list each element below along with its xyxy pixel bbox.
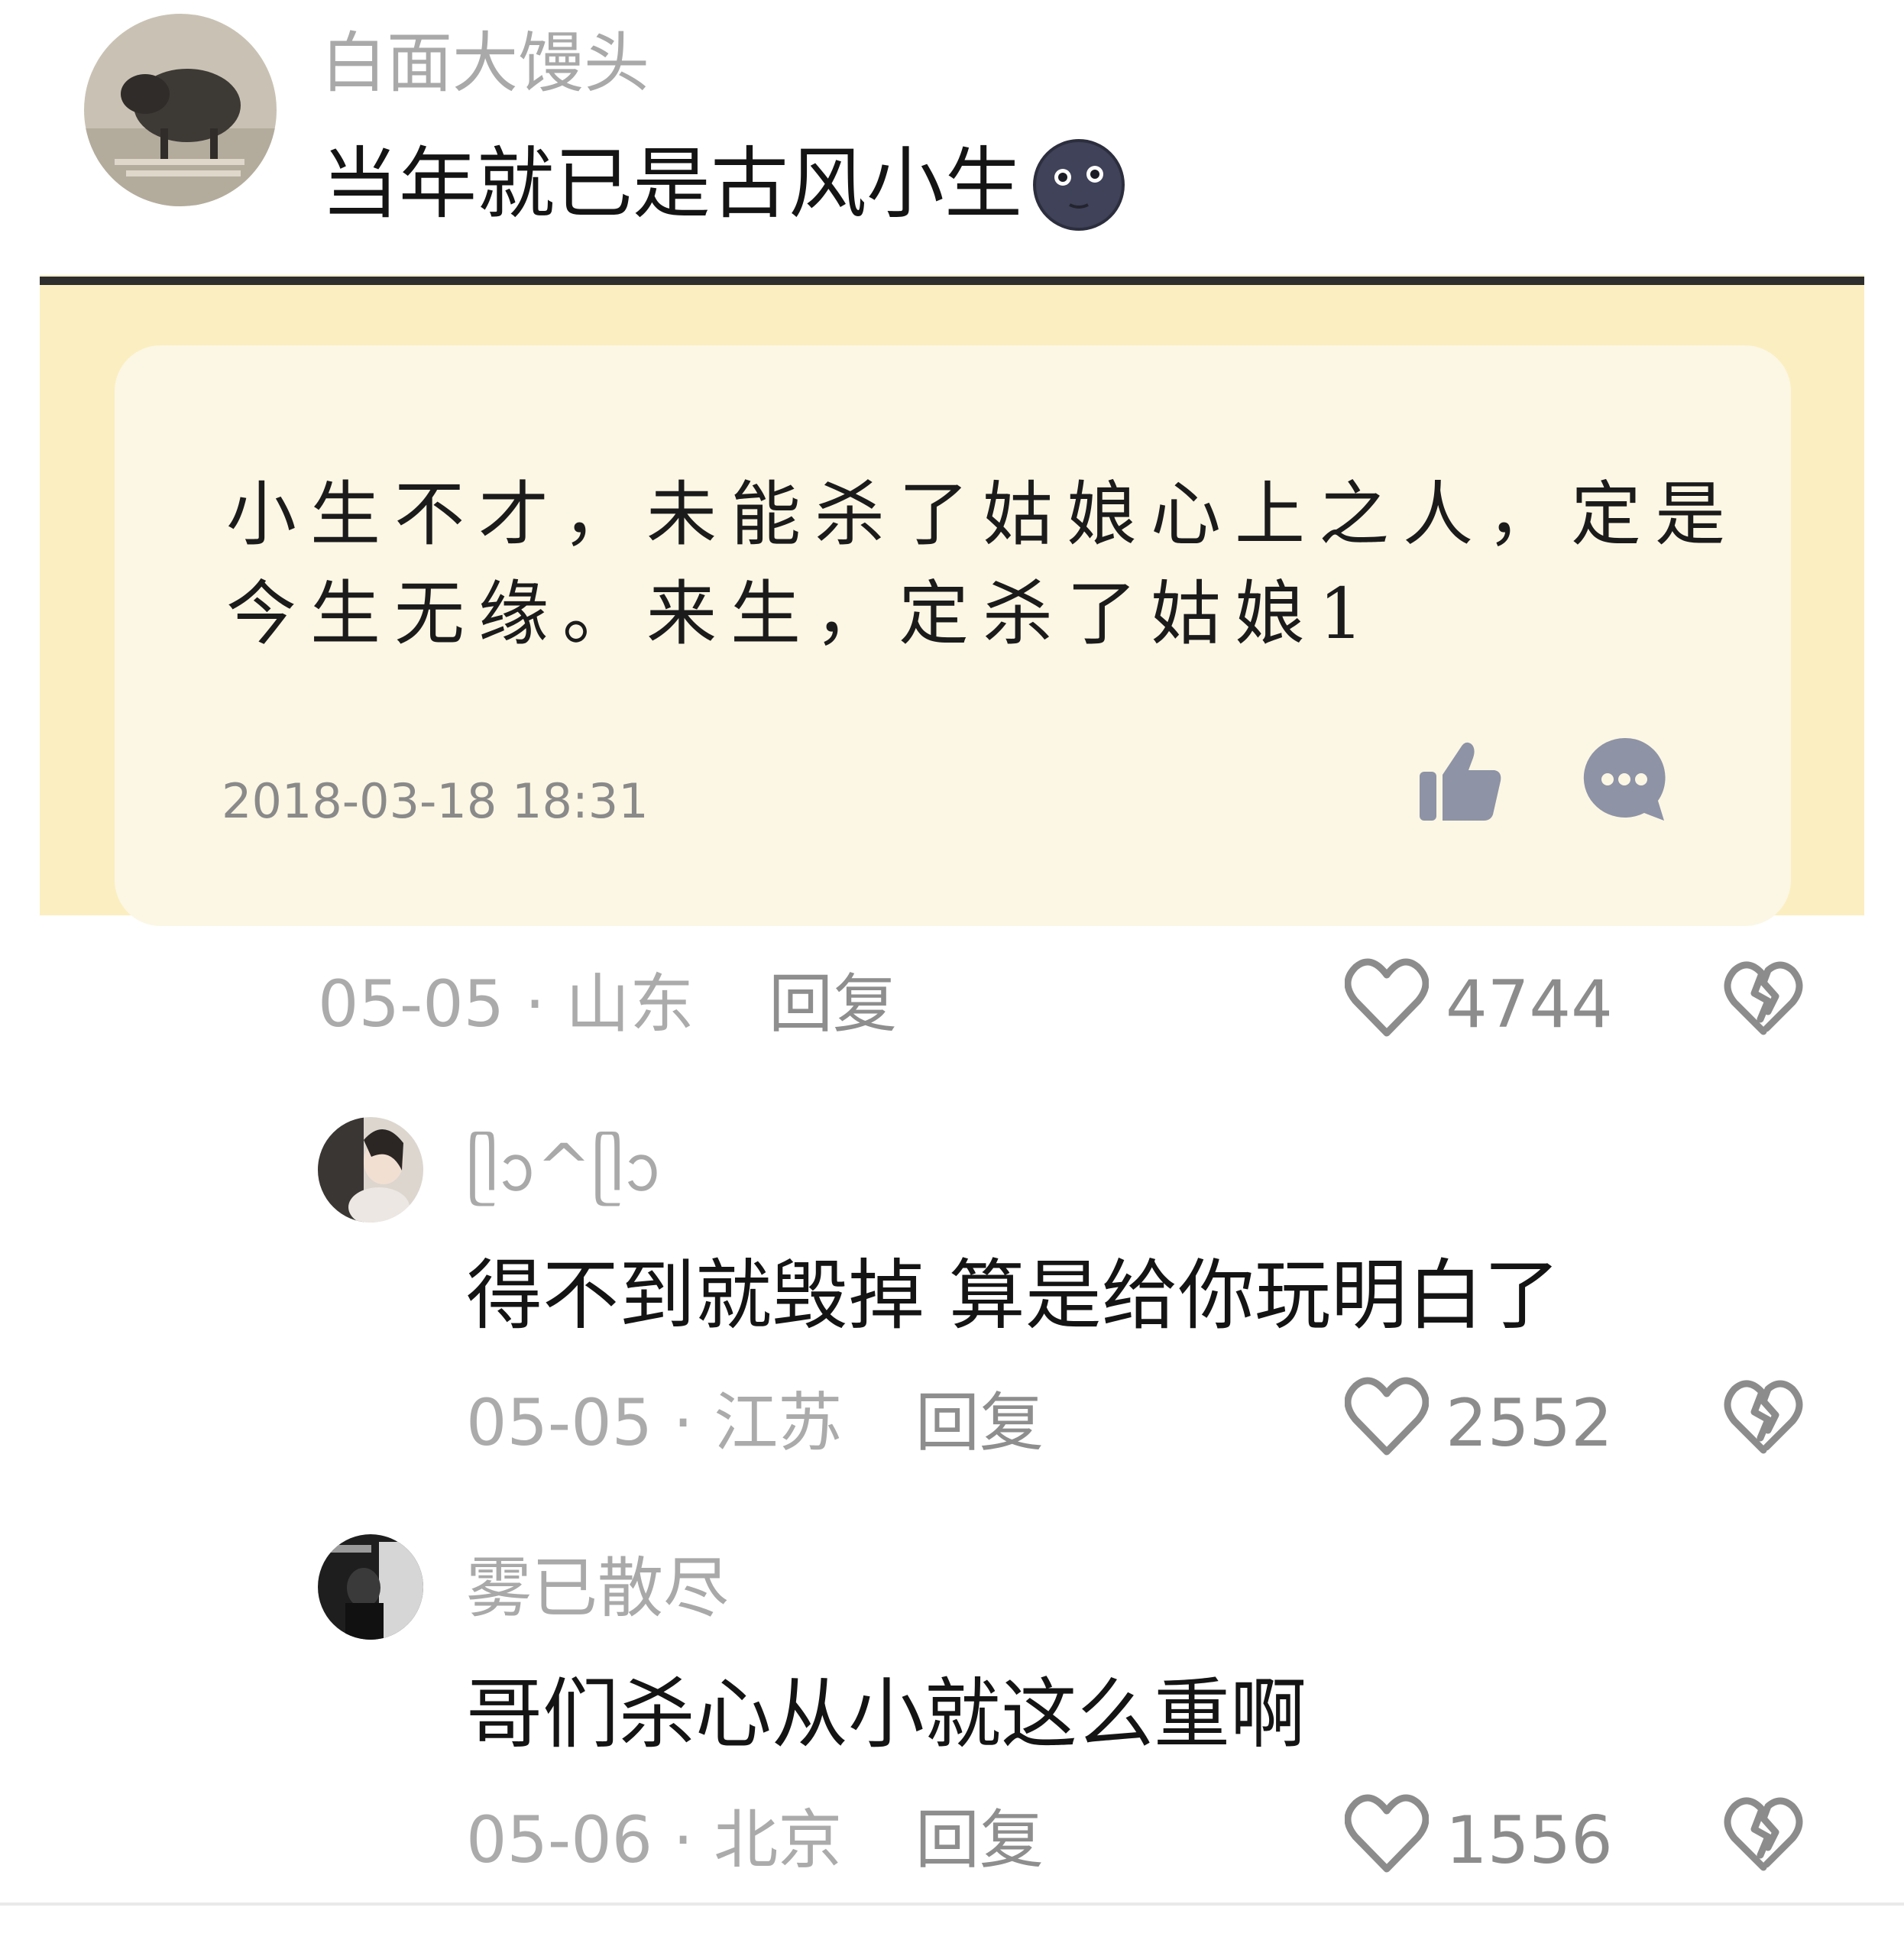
comment-text: 哥们杀心从小就这么重啊: [466, 1669, 1307, 1759]
comment-text: 得不到就毁掉 算是给你玩明白了: [466, 1251, 1560, 1340]
thumbs-up-icon: [1418, 738, 1504, 824]
username[interactable]: ᥫᩣ^ᥫᩣ: [466, 1135, 662, 1201]
reply-button[interactable]: 回复: [769, 972, 897, 1036]
chat-bubble-icon: [1582, 737, 1667, 822]
avatar-image: [318, 1534, 423, 1640]
heart-icon[interactable]: [1345, 1794, 1429, 1873]
broken-heart-icon[interactable]: [1724, 1378, 1803, 1455]
avatar-image: [84, 14, 277, 206]
quote-text-line-2: 今生无缘。来生，定杀了姑娘1: [226, 573, 1378, 655]
broken-heart-icon[interactable]: [1724, 1796, 1803, 1872]
divider: [40, 277, 1864, 285]
like-count: 2552: [1446, 1385, 1613, 1462]
reply-button[interactable]: 回复: [915, 1808, 1044, 1872]
date-location: 05-06 · 北京: [466, 1802, 843, 1877]
avatar[interactable]: [318, 1117, 423, 1222]
reply-button[interactable]: 回复: [915, 1391, 1044, 1455]
quote-text-line-1: 小生不才，未能杀了姑娘心上之人，定是: [226, 474, 1740, 555]
like-count: 1556: [1446, 1802, 1613, 1879]
broken-heart-icon[interactable]: [1724, 960, 1803, 1036]
comment-text: 当年就已是古风小生: [321, 139, 1022, 230]
divider: [0, 1903, 1904, 1906]
username[interactable]: 白面大馒头: [321, 31, 649, 96]
date-location: 05-05 · 山东: [318, 967, 695, 1041]
like-count: 4744: [1446, 967, 1613, 1043]
quote-timestamp: 2018-03-18 18:31: [222, 773, 649, 829]
avatar-image: [318, 1117, 423, 1222]
heart-icon[interactable]: [1345, 958, 1429, 1038]
avatar[interactable]: [318, 1534, 423, 1640]
avatar[interactable]: [84, 14, 277, 206]
username[interactable]: 雾已散尽: [466, 1556, 729, 1621]
new-moon-face-icon: [1027, 139, 1131, 231]
date-location: 05-05 · 江苏: [466, 1385, 843, 1460]
heart-icon[interactable]: [1345, 1377, 1429, 1456]
comment-text-row: 当年就已是古风小生: [321, 139, 1131, 231]
